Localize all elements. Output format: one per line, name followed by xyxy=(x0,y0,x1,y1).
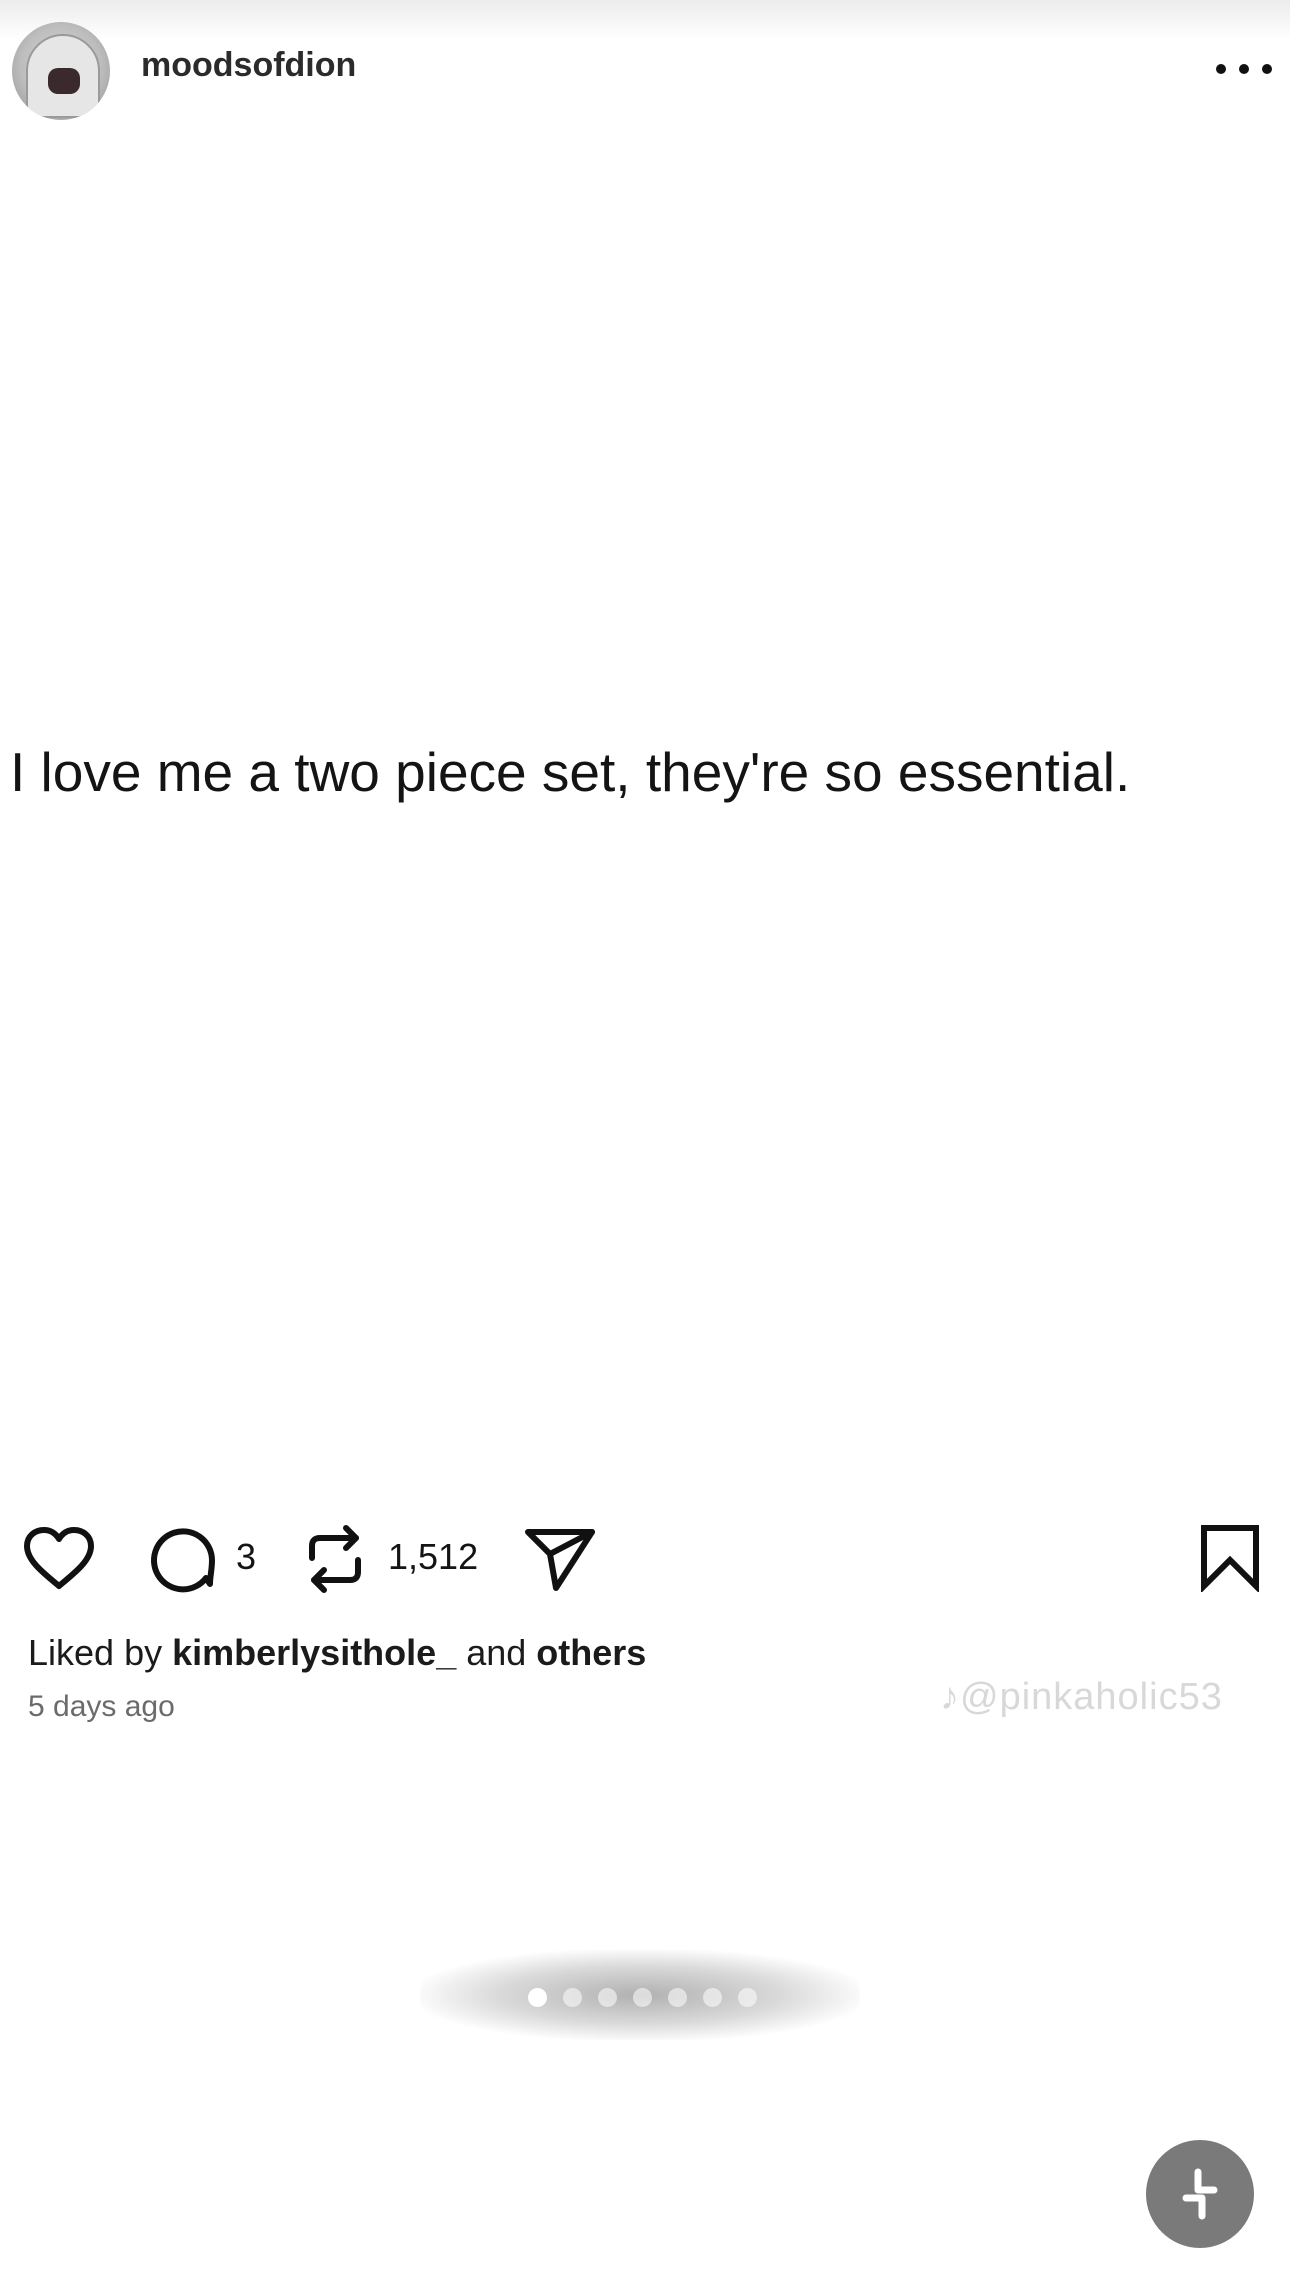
page-dot[interactable] xyxy=(703,1988,722,2007)
page-dot[interactable] xyxy=(738,1988,757,2007)
username[interactable]: moodsofdion xyxy=(141,46,356,85)
share-icon[interactable] xyxy=(522,1524,598,1594)
collapse-button[interactable] xyxy=(1146,2140,1254,2248)
heart-icon[interactable] xyxy=(22,1526,96,1592)
tiktok-icon: ♪ xyxy=(940,1676,960,1718)
page-indicator[interactable] xyxy=(528,1988,757,2007)
repost-count: 1,512 xyxy=(388,1536,479,1577)
liked-user-link[interactable]: kimberlysithole_ xyxy=(172,1632,456,1673)
avatar[interactable] xyxy=(12,22,110,120)
comment-count: 3 xyxy=(236,1536,257,1577)
liked-prefix: Liked by xyxy=(28,1632,173,1673)
page-dot-active[interactable] xyxy=(528,1988,547,2007)
repost-icon[interactable] xyxy=(302,1522,368,1596)
post-screen: moodsofdion I love me a two piece set, t… xyxy=(0,0,1290,2294)
post-text: I love me a two piece set, they're so es… xyxy=(10,741,1131,803)
page-dot[interactable] xyxy=(598,1988,617,2007)
timestamp: 5 days ago xyxy=(28,1690,175,1723)
liked-by-text: Liked by kimberlysithole_ and others xyxy=(28,1632,646,1674)
page-dot[interactable] xyxy=(668,1988,687,2007)
bookmark-icon[interactable] xyxy=(1198,1522,1262,1592)
watermark-text: @pinkaholic53 xyxy=(960,1676,1223,1718)
liked-others-link[interactable]: others xyxy=(536,1632,646,1673)
watermark: ♪@pinkaholic53 xyxy=(940,1676,1223,1719)
page-dot[interactable] xyxy=(563,1988,582,2007)
avatar-face xyxy=(48,68,80,94)
post-header: moodsofdion xyxy=(0,18,1290,120)
more-horizontal-icon[interactable] xyxy=(1216,62,1272,76)
liked-middle: and xyxy=(456,1632,537,1673)
action-bar: 3 1,512 xyxy=(0,1518,1290,1598)
page-dot[interactable] xyxy=(633,1988,652,2007)
collapse-icon xyxy=(1182,2168,1218,2220)
comment-icon[interactable] xyxy=(148,1524,218,1594)
